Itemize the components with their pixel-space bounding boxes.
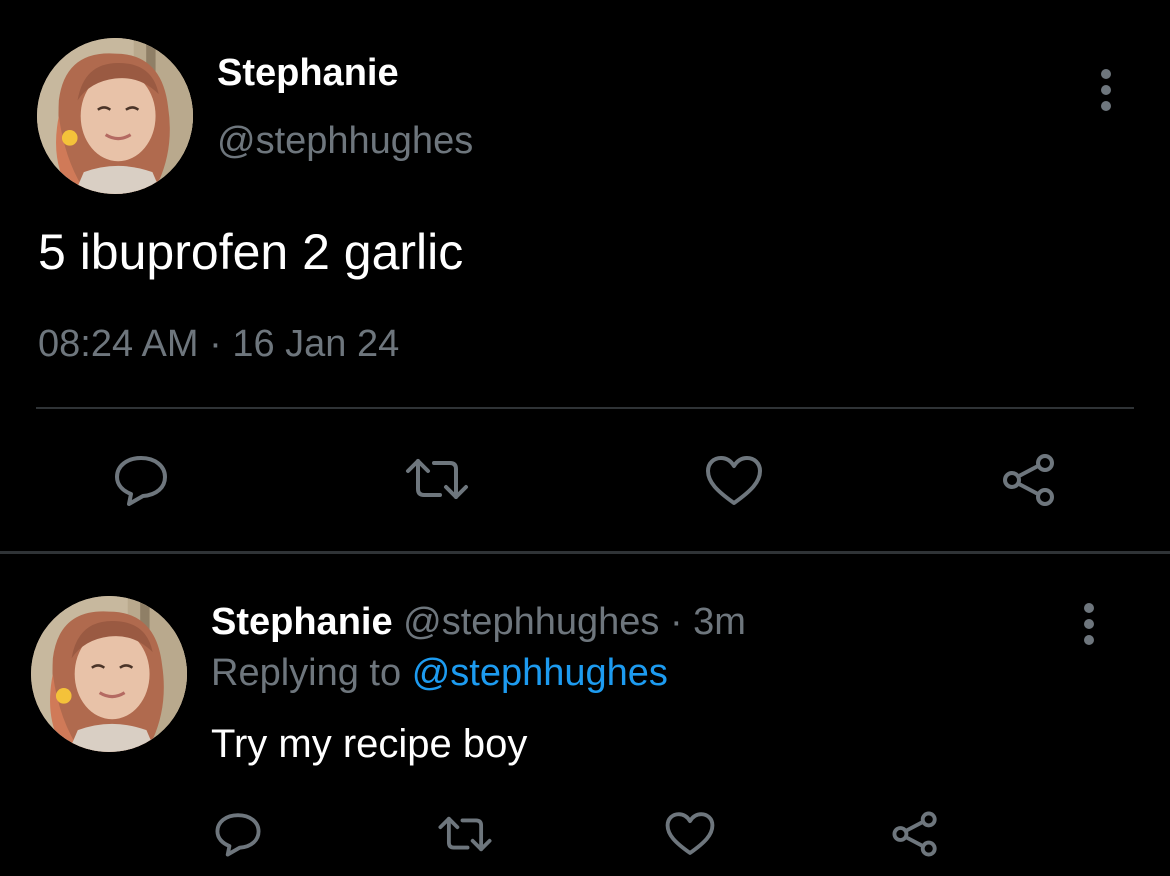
reply-author-handle[interactable]: @stephhughes xyxy=(403,601,659,643)
tweet-text: 5 ibuprofen 2 garlic xyxy=(38,224,464,280)
tweet-timestamp[interactable]: 08:24 AM · 16 Jan 24 xyxy=(38,323,399,366)
author-name[interactable]: Stephanie xyxy=(217,52,399,95)
replying-to-label: Replying to xyxy=(211,652,402,694)
like-icon[interactable] xyxy=(665,811,715,857)
retweet-icon[interactable] xyxy=(437,813,493,855)
replying-to-handle[interactable]: @stephhughes xyxy=(412,652,668,694)
tweet-time: 08:24 AM xyxy=(38,323,199,365)
reply-author-name[interactable]: Stephanie xyxy=(211,601,393,643)
author-handle[interactable]: @stephhughes xyxy=(217,120,473,163)
share-icon[interactable] xyxy=(1001,452,1057,508)
reply-time[interactable]: 3m xyxy=(693,601,746,643)
reply-icon[interactable] xyxy=(113,452,169,508)
reply-header: Stephanie @stephhughes · 3m xyxy=(211,601,746,644)
reply-author-avatar[interactable] xyxy=(31,596,187,752)
reply-icon[interactable] xyxy=(214,810,262,858)
avatar-image xyxy=(37,38,193,194)
divider xyxy=(36,407,1134,409)
reply-text: Try my recipe boy xyxy=(211,722,528,766)
more-vertical-icon[interactable] xyxy=(1086,66,1126,114)
share-icon[interactable] xyxy=(891,810,939,858)
tweet-date: 16 Jan 24 xyxy=(232,323,400,365)
meta-separator: · xyxy=(209,323,222,365)
replying-to: Replying to @stephhughes xyxy=(211,652,668,695)
meta-separator: · xyxy=(669,601,683,643)
author-avatar[interactable] xyxy=(37,38,193,194)
avatar-image xyxy=(31,596,187,752)
retweet-icon[interactable] xyxy=(404,455,470,503)
like-icon[interactable] xyxy=(705,455,763,507)
more-vertical-icon[interactable] xyxy=(1069,600,1109,648)
divider xyxy=(0,551,1170,554)
